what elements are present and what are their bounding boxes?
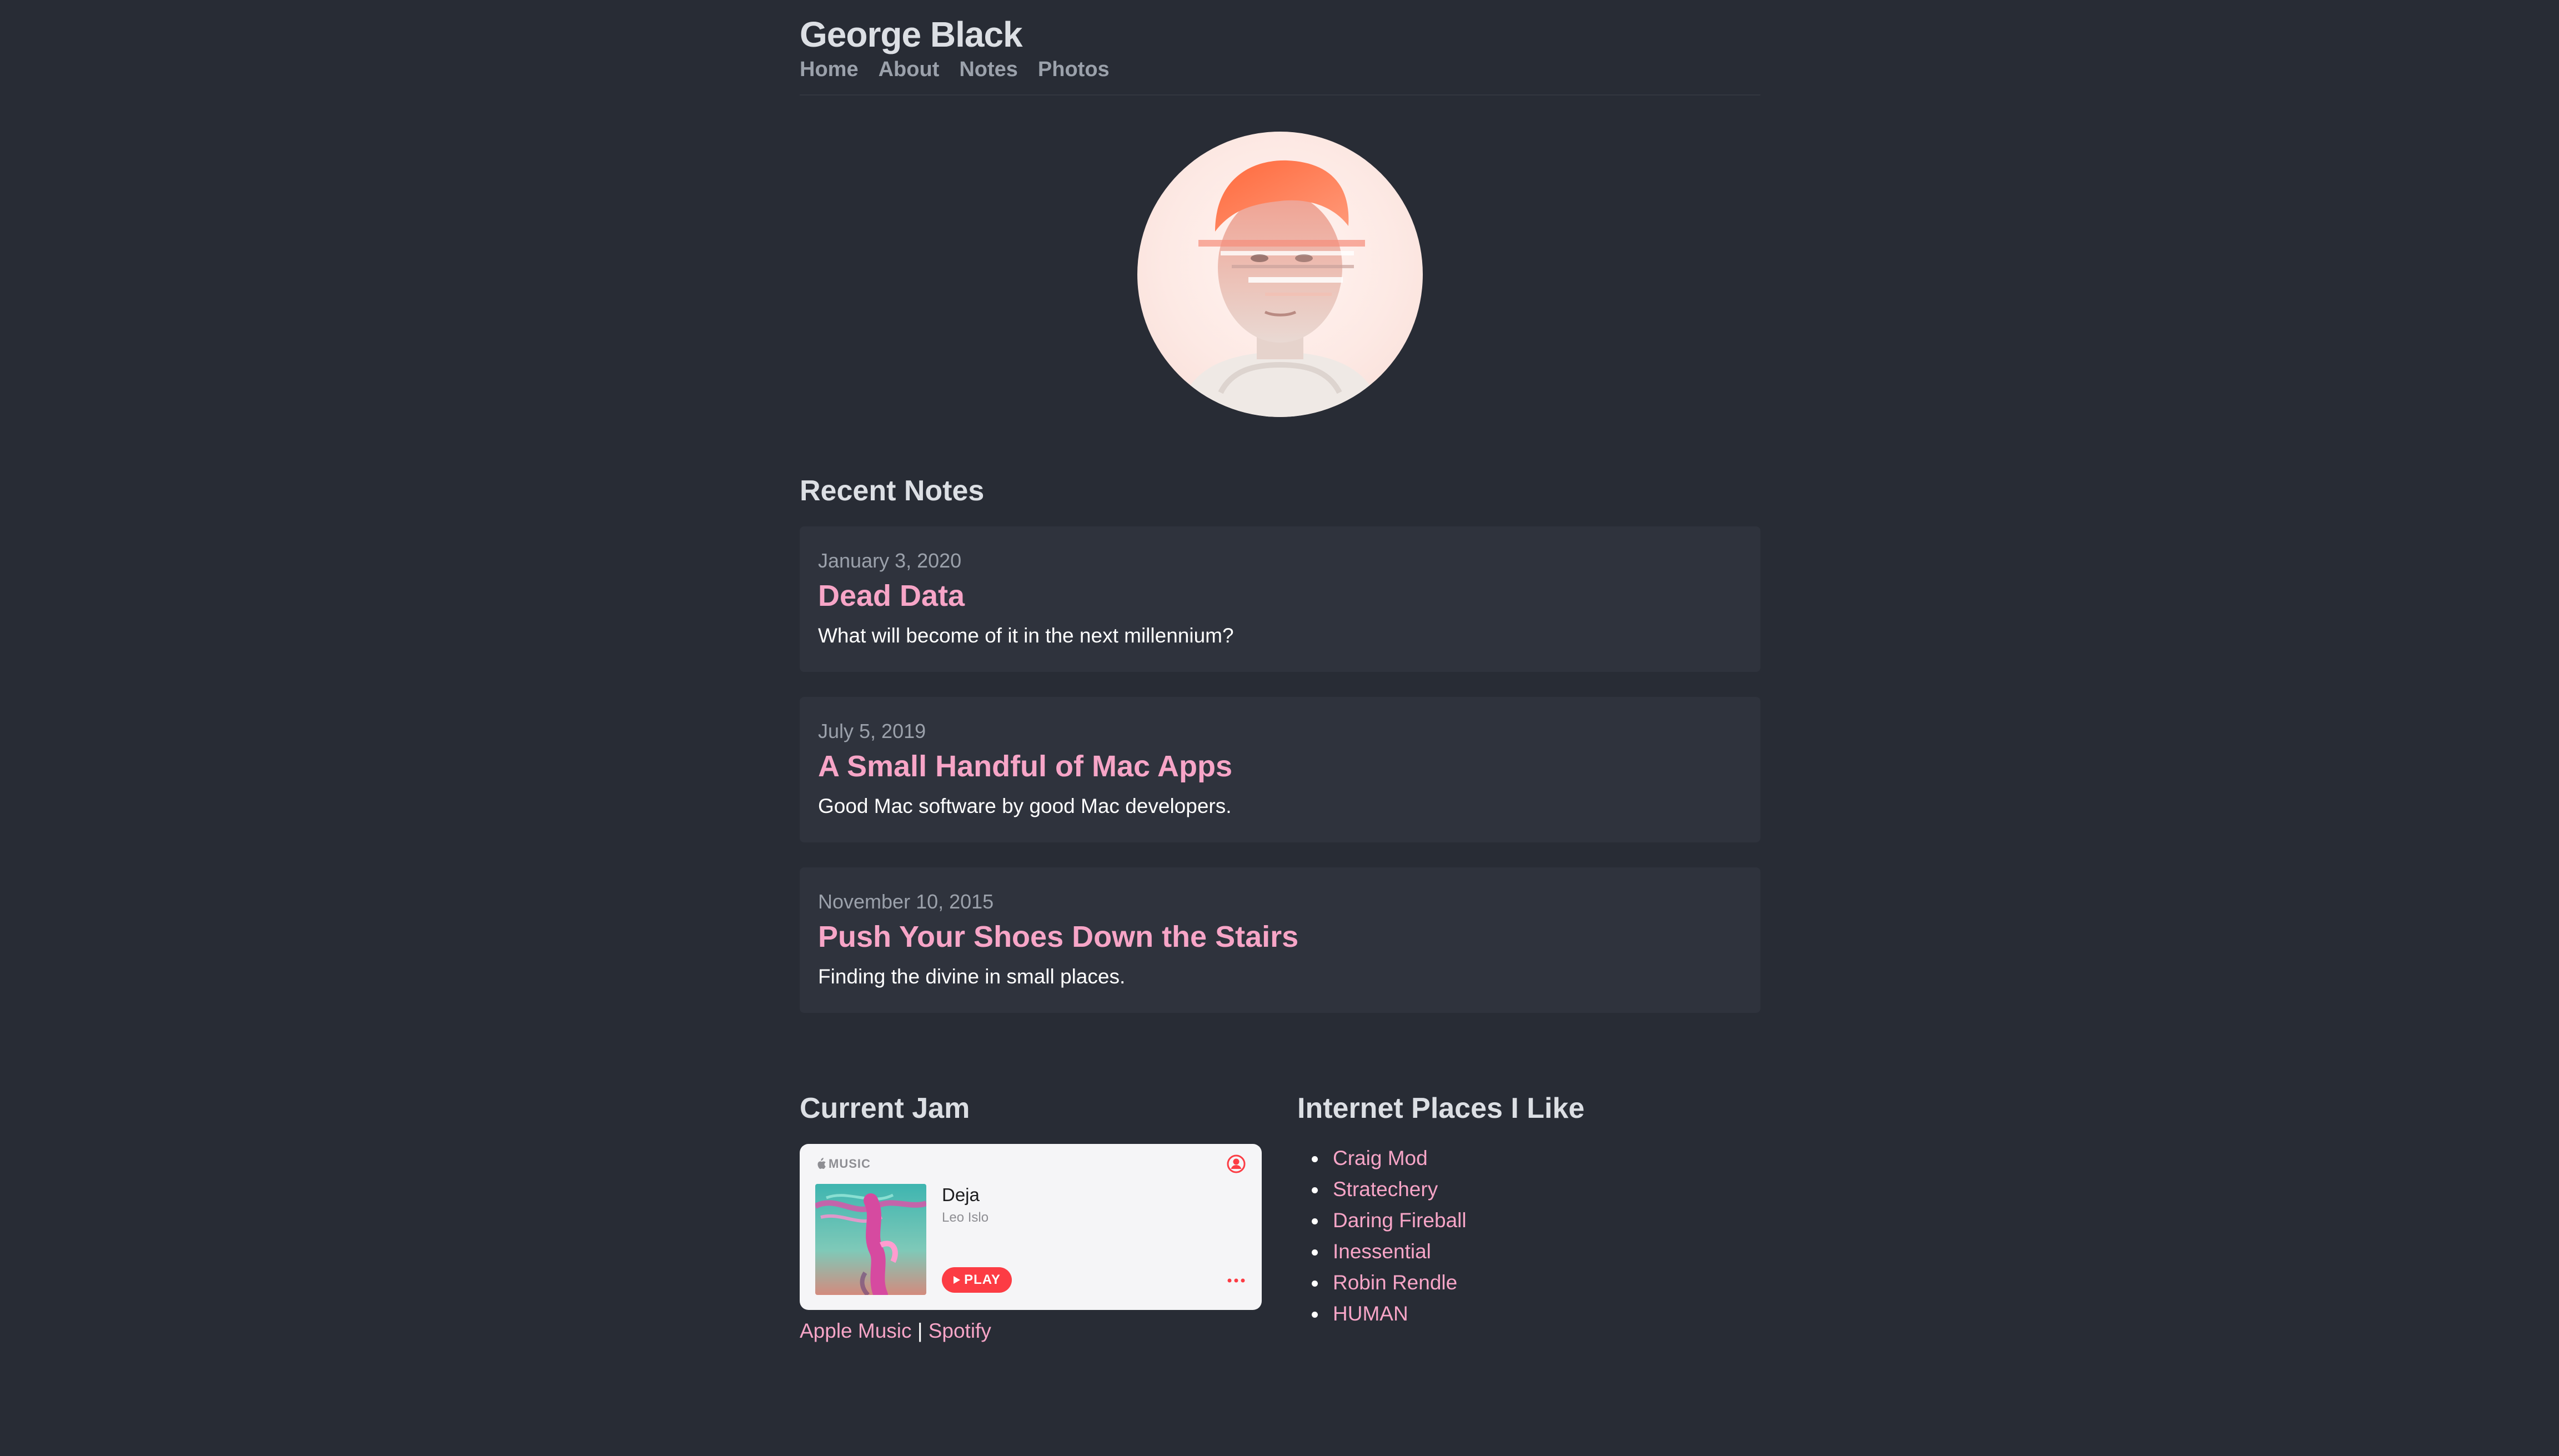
album-art[interactable] — [815, 1184, 926, 1295]
nav-about[interactable]: About — [879, 56, 940, 83]
note-card: July 5, 2019 A Small Handful of Mac Apps… — [800, 697, 1760, 842]
note-date: July 5, 2019 — [818, 720, 926, 742]
artist-name: Leo Islo — [942, 1210, 989, 1225]
apple-music-brand[interactable]: MUSIC — [815, 1156, 871, 1172]
place-link[interactable]: HUMAN — [1333, 1302, 1408, 1325]
nav-home[interactable]: Home — [800, 56, 859, 83]
more-icon[interactable] — [1226, 1271, 1246, 1291]
list-item: Inessential — [1297, 1236, 1467, 1267]
note-title-link[interactable]: Push Your Shoes Down the Stairs — [818, 918, 1298, 955]
list-item: Stratechery — [1297, 1174, 1467, 1205]
current-jam-heading: Current Jam — [800, 1092, 970, 1124]
user-icon[interactable] — [1226, 1154, 1246, 1174]
place-link[interactable]: Inessential — [1333, 1240, 1431, 1263]
internet-places-heading: Internet Places I Like — [1297, 1092, 1585, 1124]
apple-music-player: MUSIC Deja Leo Islo PLAY — [800, 1144, 1262, 1310]
note-description: What will become of it in the next mille… — [818, 624, 1234, 647]
nav-notes[interactable]: Notes — [959, 56, 1018, 83]
note-card: January 3, 2020 Dead Data What will beco… — [800, 526, 1760, 672]
avatar — [1137, 132, 1423, 417]
apple-icon — [817, 1158, 826, 1169]
recent-notes-heading: Recent Notes — [800, 475, 985, 507]
list-item: Daring Fireball — [1297, 1205, 1467, 1236]
play-label: PLAY — [964, 1272, 1001, 1287]
list-item: HUMAN — [1297, 1298, 1467, 1329]
avatar-portrait — [1176, 160, 1384, 417]
note-description: Finding the divine in small places. — [818, 965, 1126, 988]
note-date: November 10, 2015 — [818, 890, 994, 913]
main-nav: Home About Notes Photos — [800, 56, 1110, 83]
note-title-link[interactable]: A Small Handful of Mac Apps — [818, 748, 1232, 785]
list-item: Robin Rendle — [1297, 1267, 1467, 1298]
jam-links: Apple Music | Spotify — [800, 1318, 991, 1344]
apple-music-label: MUSIC — [829, 1157, 871, 1171]
note-description: Good Mac software by good Mac developers… — [818, 795, 1232, 817]
place-link[interactable]: Craig Mod — [1333, 1147, 1428, 1169]
place-link[interactable]: Robin Rendle — [1333, 1271, 1457, 1294]
apple-music-link[interactable]: Apple Music — [800, 1319, 912, 1342]
note-title-link[interactable]: Dead Data — [818, 578, 965, 614]
site-title[interactable]: George Black — [800, 12, 1023, 57]
spotify-link[interactable]: Spotify — [929, 1319, 991, 1342]
note-date: January 3, 2020 — [818, 549, 962, 572]
link-separator: | — [917, 1319, 923, 1342]
place-link[interactable]: Stratechery — [1333, 1178, 1438, 1201]
note-card: November 10, 2015 Push Your Shoes Down t… — [800, 867, 1760, 1013]
place-link[interactable]: Daring Fireball — [1333, 1209, 1467, 1232]
internet-places-list: Craig Mod Stratechery Daring Fireball In… — [1297, 1143, 1467, 1329]
play-button[interactable]: PLAY — [942, 1267, 1012, 1293]
list-item: Craig Mod — [1297, 1143, 1467, 1174]
header-divider — [800, 94, 1760, 96]
play-icon — [954, 1276, 961, 1284]
song-title: Deja — [942, 1184, 980, 1205]
nav-photos[interactable]: Photos — [1038, 56, 1110, 83]
